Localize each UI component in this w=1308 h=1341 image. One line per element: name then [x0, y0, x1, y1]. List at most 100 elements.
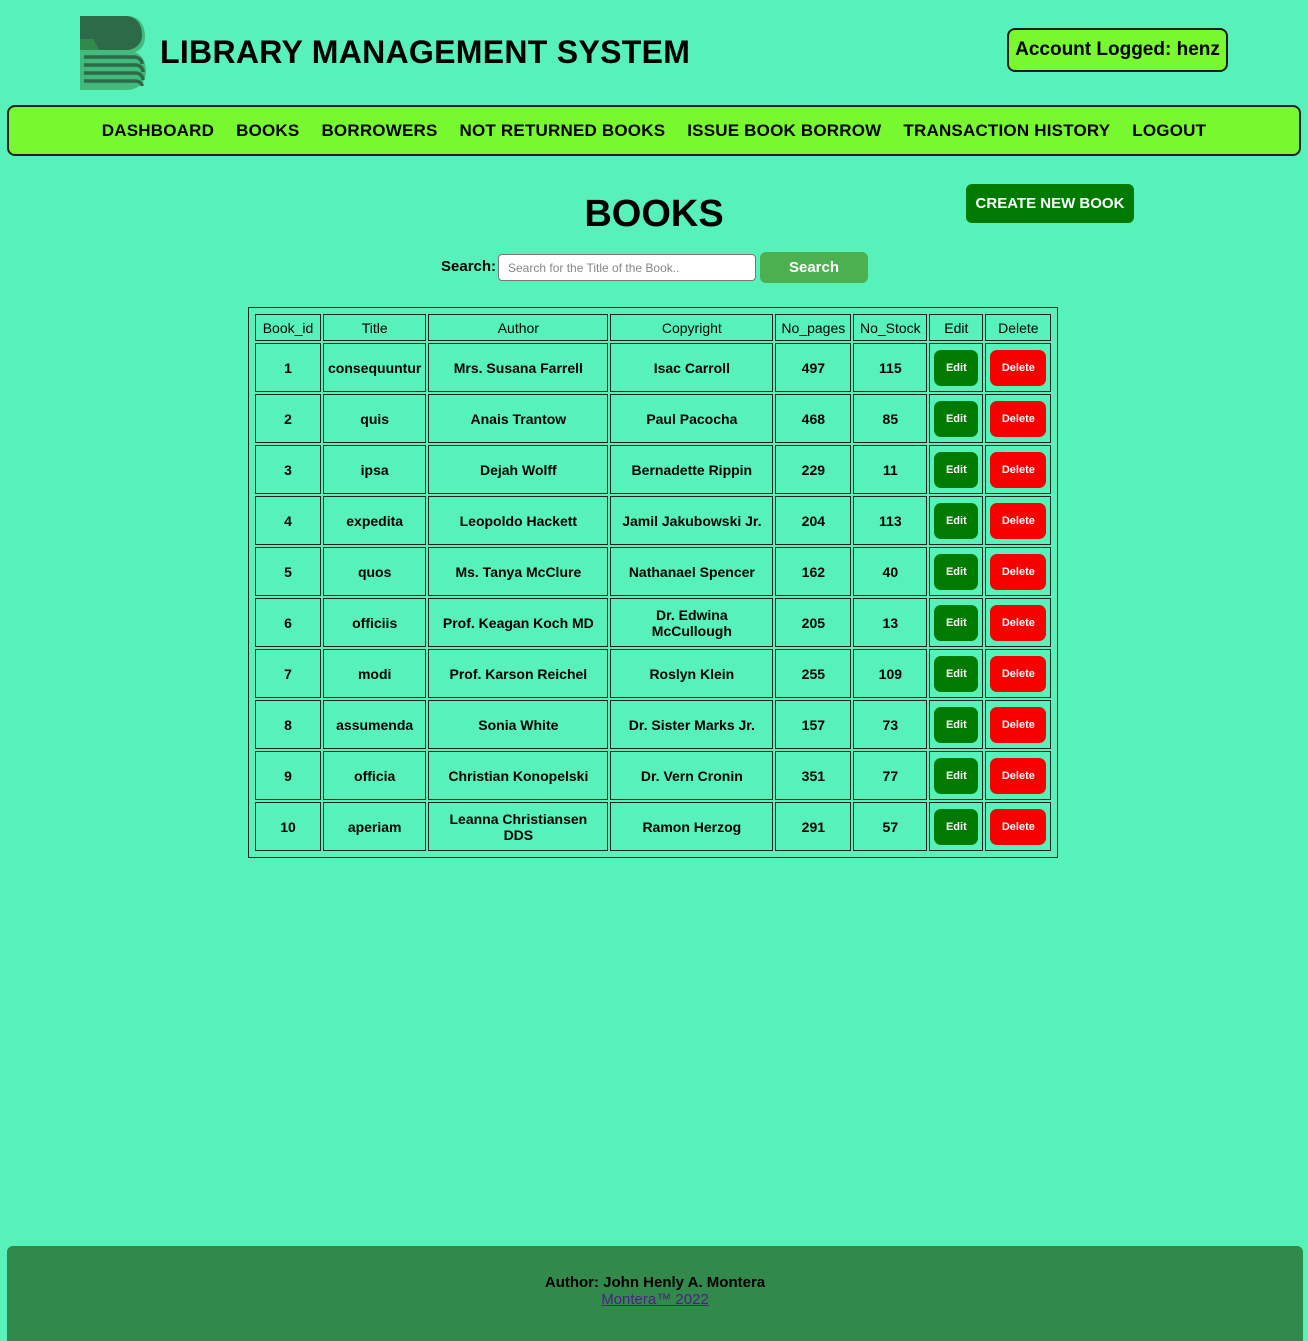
edit-button[interactable]: Edit [934, 757, 979, 794]
author-cell: Anais Trantow [428, 394, 609, 443]
copyright-cell: Isac Carroll [610, 343, 774, 392]
edit-cell: Edit [929, 496, 984, 545]
table-row: 10 aperiam Leanna Christiansen DDS Ramon He… [255, 802, 1052, 851]
copyright-cell: Ramon Herzog [610, 802, 774, 851]
copyright-cell: Dr. Sister Marks Jr. [610, 700, 774, 749]
delete-cell: Delete [985, 802, 1052, 851]
title-cell: quis [323, 394, 427, 443]
book-id-cell: 3 [255, 445, 321, 494]
edit-button[interactable]: Edit [934, 400, 979, 437]
search-label: Search: [441, 258, 497, 275]
edit-button[interactable]: Edit [934, 553, 979, 590]
delete-button[interactable]: Delete [990, 655, 1047, 692]
pages-cell: 205 [775, 598, 852, 647]
book-id-cell: 10 [255, 802, 321, 851]
footer-author: Author: John Henly A. Montera [544, 1274, 766, 1291]
nav-books[interactable]: BOOKS [225, 121, 310, 141]
nav-logout[interactable]: LOGOUT [1121, 121, 1217, 141]
edit-button[interactable]: Edit [934, 655, 979, 692]
delete-button[interactable]: Delete [990, 604, 1047, 641]
nav-transaction-history[interactable]: TRANSACTION HISTORY [892, 121, 1121, 141]
title-cell: ipsa [323, 445, 427, 494]
edit-button[interactable]: Edit [934, 502, 979, 539]
table-row: 3 ipsa Dejah Wolff Bernadette Rippin 229 11 Ed… [255, 445, 1052, 494]
search-input[interactable] [498, 254, 756, 281]
edit-cell: Edit [929, 394, 984, 443]
edit-cell: Edit [929, 802, 984, 851]
books-table-container: Book_id Title Author Copyright No_pages … [248, 307, 1059, 858]
edit-cell: Edit [929, 700, 984, 749]
delete-cell: Delete [985, 343, 1052, 392]
header: LIBRARY MANAGEMENT SYSTEM Account Logged… [0, 0, 1308, 100]
pages-cell: 351 [775, 751, 852, 800]
copyright-cell: Dr. Edwina McCullough [610, 598, 774, 647]
author-cell: Dejah Wolff [428, 445, 609, 494]
delete-button[interactable]: Delete [990, 553, 1047, 590]
author-cell: Sonia White [428, 700, 609, 749]
footer: Author: John Henly A. Montera Montera™ 2… [7, 1246, 1303, 1341]
column-header: Delete [985, 314, 1052, 341]
delete-button[interactable]: Delete [990, 349, 1047, 386]
author-cell: Prof. Karson Reichel [428, 649, 609, 698]
delete-button[interactable]: Delete [990, 808, 1047, 845]
title-cell: quos [323, 547, 427, 596]
table-row: 2 quis Anais Trantow Paul Pacocha 468 85 Edit D… [255, 394, 1052, 443]
edit-button[interactable]: Edit [934, 706, 979, 743]
table-row: 4 expedita Leopoldo Hackett Jamil Jakubowsk… [255, 496, 1052, 545]
copyright-cell: Roslyn Klein [610, 649, 774, 698]
stock-cell: 85 [853, 394, 928, 443]
edit-button[interactable]: Edit [934, 451, 979, 488]
column-header: Author [428, 314, 609, 341]
delete-button[interactable]: Delete [990, 757, 1047, 794]
stock-cell: 113 [853, 496, 928, 545]
delete-button[interactable]: Delete [990, 502, 1047, 539]
book-id-cell: 7 [255, 649, 321, 698]
account-status: Account Logged: henz [1007, 28, 1228, 72]
nav-issue-book-borrow[interactable]: ISSUE BOOK BORROW [676, 121, 892, 141]
column-header: Edit [929, 314, 984, 341]
column-header: Book_id [255, 314, 321, 341]
delete-cell: Delete [985, 394, 1052, 443]
copyright-cell: Jamil Jakubowski Jr. [610, 496, 774, 545]
books-table: Book_id Title Author Copyright No_pages … [248, 307, 1059, 858]
delete-cell: Delete [985, 445, 1052, 494]
delete-button[interactable]: Delete [990, 706, 1047, 743]
stock-cell: 77 [853, 751, 928, 800]
search-button[interactable]: Search [760, 252, 868, 283]
title-cell: assumenda [323, 700, 427, 749]
footer-copyright-link[interactable]: Montera™ 2022 [601, 1291, 709, 1308]
edit-cell: Edit [929, 445, 984, 494]
edit-cell: Edit [929, 343, 984, 392]
stock-cell: 73 [853, 700, 928, 749]
book-id-cell: 9 [255, 751, 321, 800]
edit-button[interactable]: Edit [934, 349, 979, 386]
title-cell: officia [323, 751, 427, 800]
copyright-cell: Dr. Vern Cronin [610, 751, 774, 800]
delete-button[interactable]: Delete [990, 451, 1047, 488]
book-id-cell: 1 [255, 343, 321, 392]
edit-button[interactable]: Edit [934, 808, 979, 845]
edit-cell: Edit [929, 751, 984, 800]
column-header: No_pages [775, 314, 852, 341]
author-cell: Prof. Keagan Koch MD [428, 598, 609, 647]
stock-cell: 57 [853, 802, 928, 851]
pages-cell: 468 [775, 394, 852, 443]
library-book-logo [80, 16, 146, 90]
pages-cell: 157 [775, 700, 852, 749]
nav-not-returned-books[interactable]: NOT RETURNED BOOKS [449, 121, 677, 141]
nav-dashboard[interactable]: DASHBOARD [91, 121, 225, 141]
nav-borrowers[interactable]: BORROWERS [310, 121, 448, 141]
delete-cell: Delete [985, 700, 1052, 749]
author-cell: Ms. Tanya McClure [428, 547, 609, 596]
table-row: 6 officiis Prof. Keagan Koch MD Dr. Edwina … [255, 598, 1052, 647]
pages-cell: 255 [775, 649, 852, 698]
column-header: Copyright [610, 314, 774, 341]
delete-button[interactable]: Delete [990, 400, 1047, 437]
stock-cell: 13 [853, 598, 928, 647]
delete-cell: Delete [985, 598, 1052, 647]
edit-button[interactable]: Edit [934, 604, 979, 641]
create-new-book-button[interactable]: CREATE NEW BOOK [966, 184, 1134, 223]
title-cell: modi [323, 649, 427, 698]
copyright-cell: Paul Pacocha [610, 394, 774, 443]
table-row: 8 assumenda Sonia White Dr. Sister Marks Jr… [255, 700, 1052, 749]
